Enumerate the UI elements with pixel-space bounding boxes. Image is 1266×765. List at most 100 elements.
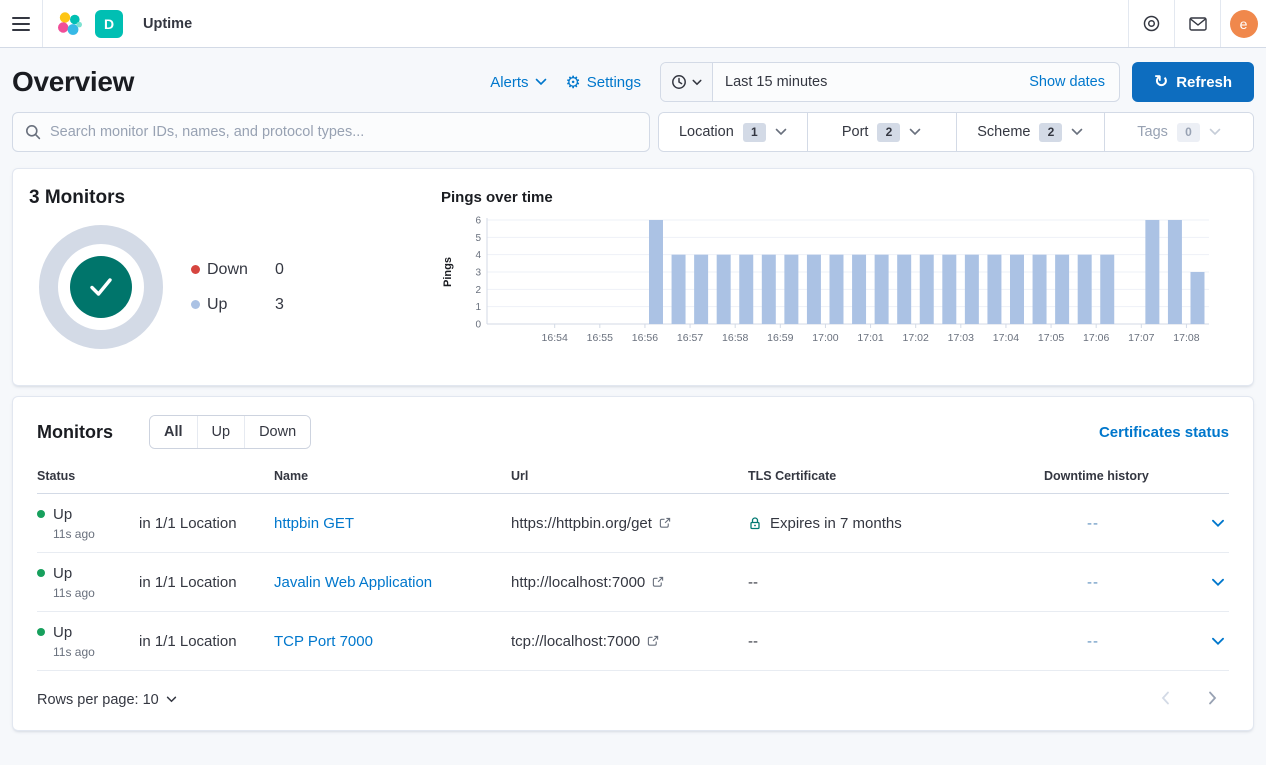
status-up-indicator [37, 569, 45, 577]
chevron-down-icon [692, 79, 702, 86]
chevron-right-icon [1208, 691, 1217, 705]
expand-row-button[interactable] [1207, 628, 1229, 655]
monitor-location: in 1/1 Location [139, 515, 274, 532]
status-timestamp: 11s ago [53, 527, 139, 541]
legend-value: 0 [275, 261, 284, 279]
status-up-indicator [37, 628, 45, 636]
svg-text:16:55: 16:55 [587, 332, 613, 344]
status-timestamp: 11s ago [53, 645, 139, 659]
elastic-logo-icon [55, 10, 83, 38]
topbar-divider [42, 0, 43, 47]
table-row: Up 11s agoin 1/1 LocationTCP Port 7000tcp… [37, 612, 1229, 671]
svg-text:4: 4 [475, 250, 481, 261]
table-row: Up11s agoin 1/1 LocationJavalin Web Appl… [37, 553, 1229, 612]
user-avatar[interactable]: e [1230, 10, 1258, 38]
certificates-status-link[interactable]: Certificates status [1099, 424, 1229, 441]
elastic-logo[interactable] [55, 10, 83, 38]
search-box [12, 112, 650, 152]
next-page-button[interactable] [1206, 689, 1219, 710]
breadcrumb: Uptime [143, 16, 192, 32]
filter-label: Tags [1137, 124, 1168, 140]
chevron-down-icon [1211, 637, 1225, 646]
status-label: Up [53, 565, 72, 582]
filter-group: Location1Port2Scheme2Tags0 [658, 112, 1254, 152]
filter-label: Port [842, 124, 869, 140]
tab-all[interactable]: All [150, 416, 198, 448]
monitor-name-link[interactable]: httpbin GET [274, 515, 511, 532]
mail-icon [1189, 17, 1207, 31]
monitor-name-link[interactable]: TCP Port 7000 [274, 633, 511, 650]
legend-value: 3 [275, 296, 284, 314]
expand-row-button[interactable] [1207, 510, 1229, 537]
alerts-dropdown-button[interactable]: Alerts [490, 74, 546, 91]
external-link-icon [659, 517, 671, 529]
pings-over-time-chart: 012345616:5416:5516:5616:5716:5816:5917:… [441, 208, 1221, 356]
clock-icon [671, 74, 687, 90]
previous-page-button[interactable] [1159, 689, 1172, 710]
chevron-down-icon [1209, 128, 1221, 136]
tab-up[interactable]: Up [198, 416, 246, 448]
monitor-url-link[interactable]: http://localhost:7000 [511, 574, 748, 591]
status-label: Up [53, 624, 72, 641]
monitors-table-body: Up11s agoin 1/1 Locationhttpbin GEThttps… [37, 494, 1229, 671]
refresh-button[interactable]: ↻ Refresh [1132, 62, 1254, 102]
settings-button[interactable]: ⚙ Settings [566, 74, 641, 91]
settings-label: Settings [587, 74, 641, 91]
svg-text:5: 5 [475, 233, 481, 244]
gear-icon: ⚙ [566, 74, 581, 91]
tab-down[interactable]: Down [245, 416, 310, 448]
quick-select-date-button[interactable] [661, 63, 713, 101]
svg-text:16:54: 16:54 [542, 332, 568, 344]
tls-certificate-status: Expires in 7 months [748, 515, 1044, 532]
newsfeed-button[interactable] [1177, 0, 1219, 47]
lock-icon [748, 516, 762, 531]
svg-text:17:03: 17:03 [948, 332, 974, 344]
svg-text:16:57: 16:57 [677, 332, 703, 344]
chevron-down-icon [166, 696, 177, 703]
legend-dot [191, 300, 200, 309]
monitor-url-link[interactable]: tcp://localhost:7000 [511, 633, 748, 650]
rows-per-page-button[interactable]: Rows per page: 10 [37, 692, 177, 708]
refresh-label: Refresh [1176, 74, 1232, 91]
table-row: Up11s agoin 1/1 Locationhttpbin GEThttps… [37, 494, 1229, 553]
legend-item: Down0 [191, 261, 284, 279]
legend-label: Down [207, 261, 275, 279]
monitor-url-link[interactable]: https://httpbin.org/get [511, 515, 748, 532]
menu-button[interactable] [0, 0, 42, 47]
rows-per-page-label: Rows per page: 10 [37, 692, 159, 708]
monitor-location: in 1/1 Location [139, 574, 274, 591]
help-button[interactable] [1131, 0, 1173, 47]
snapshot-panel: 3 Monitors Down0Up3 Pings over time 0123… [12, 168, 1254, 386]
show-dates-button[interactable]: Show dates [1015, 74, 1119, 90]
date-picker: Last 15 minutes Show dates [660, 62, 1120, 102]
filter-port[interactable]: Port2 [807, 113, 956, 151]
chevron-down-icon [1071, 128, 1083, 136]
search-icon [25, 124, 41, 140]
page-title: Overview [12, 66, 134, 98]
date-range-value[interactable]: Last 15 minutes [713, 74, 1015, 90]
monitor-location: in 1/1 Location [139, 633, 274, 650]
external-link-icon [652, 576, 664, 588]
expand-row-button[interactable] [1207, 569, 1229, 596]
alerts-label: Alerts [490, 74, 528, 91]
search-input[interactable] [50, 124, 637, 140]
external-link-icon [647, 635, 659, 647]
donut-center [70, 256, 132, 318]
svg-text:17:06: 17:06 [1083, 332, 1109, 344]
filter-count-badge: 1 [743, 123, 766, 142]
svg-text:17:00: 17:00 [812, 332, 838, 344]
help-icon [1143, 15, 1160, 32]
filter-scheme[interactable]: Scheme2 [956, 113, 1105, 151]
donut-legend: Down0 Up3 [191, 261, 284, 314]
filter-location[interactable]: Location1 [659, 113, 807, 151]
deployment-badge[interactable]: D [95, 10, 123, 38]
monitors-title: Monitors [37, 422, 113, 443]
svg-text:16:59: 16:59 [767, 332, 793, 344]
column-header-tls: TLS Certificate [748, 469, 1044, 483]
monitor-url: https://httpbin.org/get [511, 515, 652, 532]
legend-item: Up3 [191, 296, 284, 314]
chevron-down-icon [775, 128, 787, 136]
chevron-left-icon [1161, 691, 1170, 705]
monitor-name-link[interactable]: Javalin Web Application [274, 574, 511, 591]
page-header: Overview Alerts ⚙ Settings [12, 48, 1254, 112]
